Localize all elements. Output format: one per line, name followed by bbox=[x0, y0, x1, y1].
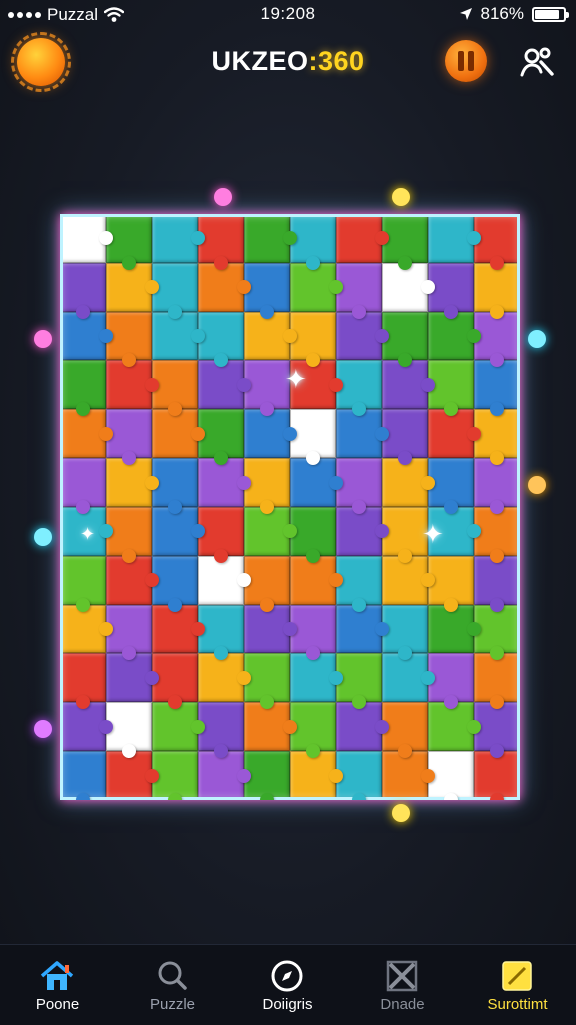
nav-label-home: Poone bbox=[35, 996, 80, 1013]
nav-item-explore[interactable]: Doiigris bbox=[230, 945, 345, 1025]
pause-button[interactable] bbox=[445, 40, 487, 82]
nav-label-trade: Dnade bbox=[380, 996, 425, 1013]
title-text: UKZEO bbox=[211, 46, 309, 76]
sparkle-icon: ✦ bbox=[80, 524, 96, 544]
nav-item-home[interactable]: Poone bbox=[0, 945, 115, 1025]
battery-icon bbox=[532, 6, 569, 22]
battery-percent: 816% bbox=[480, 4, 524, 23]
nav-label-shortcut: Surottimt bbox=[487, 996, 548, 1013]
nav-item-shortcut[interactable]: Surottimt bbox=[460, 945, 575, 1025]
home-icon bbox=[40, 961, 74, 990]
yellow-square-icon bbox=[502, 961, 532, 991]
edge-knob-left-cyan bbox=[34, 528, 52, 546]
nav-label-puzzle: Puzzle bbox=[149, 996, 196, 1013]
edge-knob-bottom-yellow bbox=[392, 804, 410, 822]
location-arrow-icon bbox=[459, 8, 472, 20]
search-icon bbox=[158, 961, 187, 990]
edge-knob-top-pink bbox=[214, 188, 232, 206]
sparkle-icon: ✦ bbox=[422, 519, 444, 549]
title-score: :360 bbox=[308, 46, 365, 76]
puzzle-board[interactable]: ✦ ✦ ✦ bbox=[34, 188, 546, 822]
battery-fill bbox=[535, 9, 559, 19]
edge-knob-left-purple bbox=[34, 720, 52, 738]
edge-knob-right-cyan bbox=[528, 330, 546, 348]
nav-item-trade[interactable]: Dnade bbox=[345, 945, 460, 1025]
game-title: UKZEO:360 bbox=[0, 46, 576, 77]
edge-knob-right-orange bbox=[528, 476, 546, 494]
friends-icon[interactable] bbox=[519, 44, 555, 80]
status-bar: Puzzal 19:208 816% bbox=[0, 0, 576, 28]
sparkle-icon: ✦ bbox=[285, 364, 307, 394]
game-header: UKZEO:360 bbox=[0, 32, 576, 92]
compass-icon bbox=[271, 960, 303, 992]
pause-bar-icon bbox=[468, 51, 474, 71]
edge-knob-left-pink bbox=[34, 330, 52, 348]
pause-bar-icon bbox=[458, 51, 464, 71]
status-right: 816% bbox=[459, 4, 569, 24]
nav-label-explore: Doiigris bbox=[262, 996, 313, 1013]
edge-knob-top-yellow bbox=[392, 188, 410, 206]
cross-tiles-icon bbox=[386, 960, 418, 992]
nav-item-puzzle[interactable]: Puzzle bbox=[115, 945, 230, 1025]
bottom-nav: Poone Puzzle Doiigris Dnade Surottimt bbox=[0, 944, 576, 1025]
